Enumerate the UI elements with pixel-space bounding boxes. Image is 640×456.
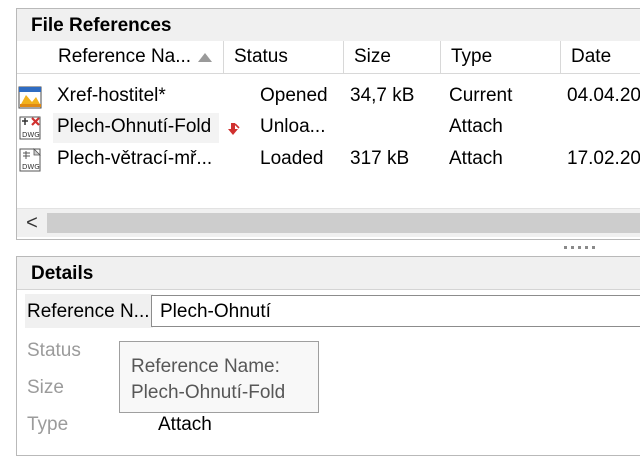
reference-name-field[interactable]: Plech-Ohnutí	[151, 295, 640, 327]
size-cell: 317 kB	[350, 148, 410, 169]
table-row[interactable]: DWG Plech-větrací-mř... Loaded 317 kB At…	[17, 145, 640, 175]
column-header-reference-name[interactable]: Reference Na...	[48, 41, 224, 73]
status-cell: Loaded	[260, 148, 324, 169]
scrollbar-thumb[interactable]	[47, 213, 640, 233]
column-header-size-label: Size	[354, 46, 391, 67]
reference-name-cell: Xref-hostitel*	[57, 85, 166, 106]
type-value: Attach	[158, 414, 212, 435]
column-header-date-label: Date	[571, 46, 612, 67]
dwg-unloaded-icon: DWG	[19, 116, 41, 140]
column-header-status-label: Status	[234, 46, 288, 67]
column-header-reference-name-label: Reference Na...	[58, 46, 192, 67]
unloaded-arrow-icon	[228, 123, 240, 135]
size-label: Size	[27, 377, 64, 398]
details-header: Details	[17, 257, 640, 290]
reference-name-value: Plech-Ohnutí	[160, 301, 271, 322]
tooltip-line-1: Reference Name:	[131, 356, 280, 377]
drawing-current-icon	[18, 86, 42, 109]
file-references-header: File References	[17, 9, 640, 42]
sort-ascending-icon	[198, 53, 212, 62]
status-cell: Unloa...	[260, 116, 326, 137]
details-title: Details	[31, 263, 94, 284]
type-label: Type	[27, 414, 69, 435]
column-header-type[interactable]: Type	[441, 41, 561, 73]
svg-text:DWG: DWG	[22, 131, 40, 139]
column-header-type-label: Type	[451, 46, 493, 67]
scroll-left-button[interactable]: <	[21, 210, 43, 236]
splitter-grip-dot	[571, 246, 574, 249]
details-panel: Details Reference N... Plech-Ohnutí Stat…	[16, 256, 640, 456]
dwg-file-icon: DWG	[19, 148, 41, 172]
size-cell: 34,7 kB	[350, 85, 415, 106]
splitter-grip-dot	[585, 246, 588, 249]
date-cell: 17.02.20	[567, 148, 640, 169]
reference-name-tooltip: Reference Name: Plech-Ohnutí-Fold	[119, 341, 319, 413]
type-cell: Attach	[449, 116, 503, 137]
column-header-status[interactable]: Status	[224, 41, 344, 73]
splitter-grip-dot	[564, 246, 567, 249]
column-header-date[interactable]: Date	[561, 41, 640, 73]
reference-name-label-bg: Reference N...	[25, 294, 153, 328]
type-cell: Current	[449, 85, 513, 106]
reference-name-label: Reference N...	[27, 301, 150, 322]
status-label: Status	[27, 340, 81, 361]
tooltip-line-2: Plech-Ohnutí-Fold	[131, 382, 286, 403]
date-cell: 04.04.20	[567, 85, 640, 106]
reference-name-cell: Plech-větrací-mř...	[57, 148, 213, 169]
panel-splitter[interactable]	[16, 241, 640, 253]
svg-text:DWG: DWG	[22, 163, 40, 171]
reference-name-cell: Plech-Ohnutí-Fold	[57, 116, 212, 137]
file-references-title: File References	[31, 15, 172, 36]
file-references-panel: File References Reference Na... Status S…	[16, 8, 640, 240]
status-cell: Opened	[260, 85, 328, 106]
column-header-size[interactable]: Size	[344, 41, 441, 73]
splitter-grip-dot	[578, 246, 581, 249]
horizontal-scrollbar[interactable]: <	[17, 208, 640, 237]
column-header-row: Reference Na... Status Size Type Date	[17, 41, 640, 74]
table-row[interactable]: Xref-hostitel* Opened 34,7 kB Current 04…	[17, 82, 640, 112]
type-cell: Attach	[449, 148, 503, 169]
table-row[interactable]: DWG Plech-Ohnutí-Fold Unloa... Attach	[17, 113, 640, 143]
splitter-grip-dot	[592, 246, 595, 249]
